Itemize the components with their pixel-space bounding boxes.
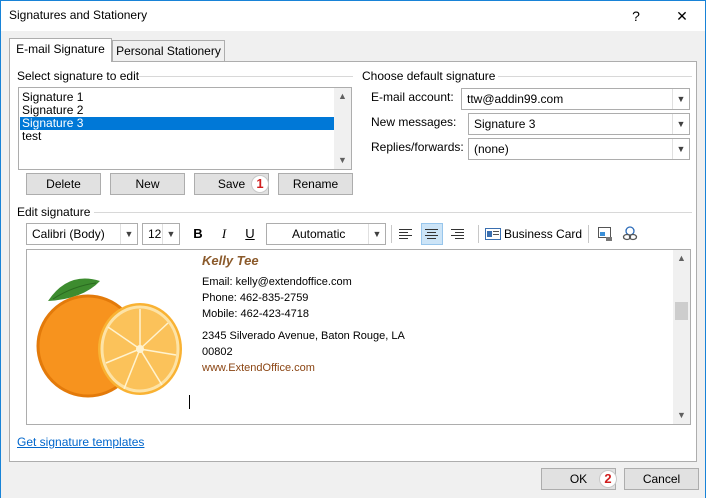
align-center-button[interactable] [421,223,443,245]
cancel-button[interactable]: Cancel [624,468,699,490]
text-cursor [189,395,190,409]
step-badge-1: 1 [251,175,269,193]
replies-forwards-select[interactable]: (none) ▼ [468,138,690,160]
signature-list[interactable]: Signature 1 Signature 2 Signature 3 test… [18,87,352,170]
window-title: Signatures and Stationery [9,8,148,22]
select-signature-label: Select signature to edit [17,69,140,83]
toolbar-separator [391,225,392,243]
align-right-icon [451,229,464,239]
business-card-icon [485,228,501,240]
new-messages-select[interactable]: Signature 3 ▼ [468,113,690,135]
title-bar: Signatures and Stationery ? ✕ [1,1,705,31]
signature-mobile: Mobile: 462-423-4718 [202,308,310,320]
new-messages-label: New messages: [371,115,457,129]
get-signature-templates-link[interactable]: Get signature templates [17,435,144,449]
divider [94,212,692,213]
align-left-button[interactable] [395,223,417,245]
help-button[interactable]: ? [613,1,659,31]
signature-name: Kelly Tee [202,253,259,268]
list-item[interactable]: test [20,130,335,143]
signature-zip: 00802 [202,346,233,358]
divider [498,76,692,77]
bold-button[interactable]: B [189,223,207,245]
signature-editor[interactable]: Kelly Tee Email: kelly@extendoffice.com … [26,249,691,425]
font-size-select[interactable]: 12 ▼ [142,223,180,245]
signature-phone: Phone: 462-835-2759 [202,292,309,304]
scroll-down-icon[interactable]: ▼ [334,152,351,169]
close-button[interactable]: ✕ [659,1,705,31]
scroll-up-icon[interactable]: ▲ [334,88,351,105]
orange-image [28,251,190,409]
default-signature-label: Choose default signature [362,69,496,83]
tab-personal-stationery[interactable]: Personal Stationery [112,40,225,62]
align-right-button[interactable] [447,223,469,245]
edit-signature-label: Edit signature [17,205,91,219]
email-account-select[interactable]: ttw@addin99.com ▼ [461,88,690,110]
scroll-down-icon[interactable]: ▼ [673,407,690,424]
scroll-thumb[interactable] [675,302,688,320]
signatures-dialog: Signatures and Stationery ? ✕ E-mail Sig… [0,0,706,498]
signature-address: 2345 Silverado Avenue, Baton Rouge, LA [202,330,405,342]
underline-button[interactable]: U [241,223,259,245]
step-badge-2: 2 [599,470,617,488]
replies-forwards-label: Replies/forwards: [371,140,464,154]
email-account-label: E-mail account: [371,90,454,104]
divider [139,76,353,77]
italic-button[interactable]: I [215,223,233,245]
hyperlink-icon [622,226,638,241]
insert-hyperlink-button[interactable] [620,223,640,245]
chevron-down-icon[interactable]: ▼ [672,89,689,109]
rename-button[interactable]: Rename [278,173,353,195]
chevron-down-icon[interactable]: ▼ [162,224,179,244]
signature-email: Email: kelly@extendoffice.com [202,276,352,288]
list-scrollbar[interactable]: ▲ ▼ [334,88,351,169]
tab-email-signature[interactable]: E-mail Signature [9,38,112,62]
editor-scrollbar[interactable]: ▲ ▼ [673,250,690,424]
toolbar-separator [478,225,479,243]
align-left-icon [399,229,412,239]
chevron-down-icon[interactable]: ▼ [368,224,385,244]
business-card-button[interactable]: Business Card [485,223,583,245]
new-button[interactable]: New [110,173,185,195]
picture-icon [598,227,612,241]
insert-picture-button[interactable] [595,223,615,245]
delete-button[interactable]: Delete [26,173,101,195]
signature-website: www.ExtendOffice.com [202,362,315,374]
list-item-selected[interactable]: Signature 3 [20,117,335,130]
font-select[interactable]: Calibri (Body) ▼ [26,223,138,245]
chevron-down-icon[interactable]: ▼ [120,224,137,244]
chevron-down-icon[interactable]: ▼ [672,139,689,159]
align-center-icon [425,229,438,239]
scroll-up-icon[interactable]: ▲ [673,250,690,267]
font-color-select[interactable]: Automatic ▼ [266,223,386,245]
chevron-down-icon[interactable]: ▼ [672,114,689,134]
toolbar-separator [588,225,589,243]
